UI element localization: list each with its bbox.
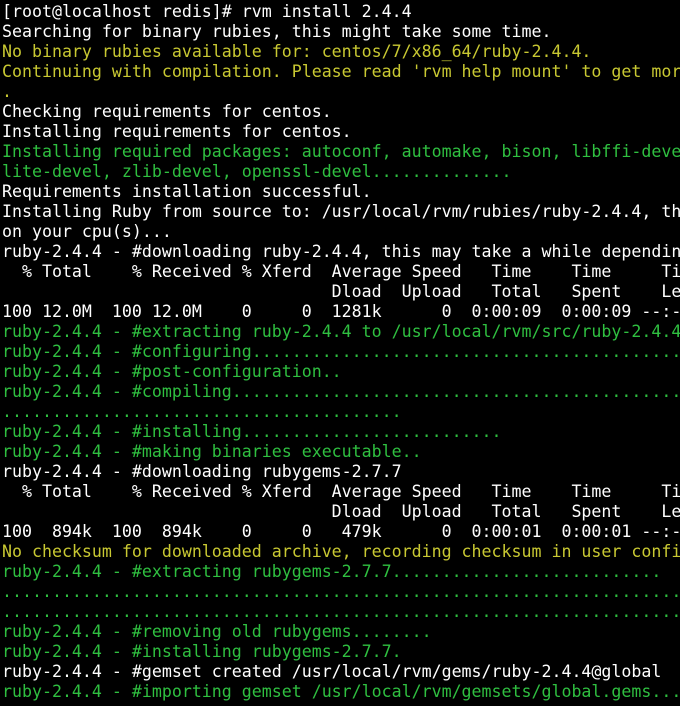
terminal-line: Dload Upload Total Spent Le: [2, 502, 680, 521]
terminal-window[interactable]: [root@localhost redis]# rvm install 2.4.…: [0, 0, 680, 706]
terminal-line: ruby-2.4.4 - #configuring...............…: [2, 342, 680, 361]
terminal-line: ruby-2.4.4 - #removing old rubygems.....…: [2, 622, 432, 641]
terminal-line: No checksum for downloaded archive, reco…: [2, 542, 680, 561]
terminal-line: .: [2, 82, 12, 101]
terminal-line: on your cpu(s)...: [2, 222, 172, 241]
terminal-line: % Total % Received % Xferd Average Speed…: [2, 482, 680, 501]
terminal-line: ruby-2.4.4 - #making binaries executable…: [2, 442, 422, 461]
terminal-line: lite-devel, zlib-devel, openssl-devel...…: [2, 162, 512, 181]
terminal-line: ruby-2.4.4 - #downloading ruby-2.4.4, th…: [2, 242, 680, 261]
terminal-line-current: ruby-2.4.4 - #importing gemset /usr/loca…: [2, 682, 680, 702]
terminal-line: Installing required packages: autoconf, …: [2, 142, 680, 161]
terminal-line: Searching for binary rubies, this might …: [2, 22, 552, 41]
terminal-line: No binary rubies available for: centos/7…: [2, 42, 592, 61]
terminal-line: ruby-2.4.4 - #installing rubygems-2.7.7.: [2, 642, 402, 661]
terminal-line: ........................................…: [2, 582, 680, 601]
terminal-line-text: ruby-2.4.4 - #importing gemset /usr/loca…: [2, 682, 680, 701]
terminal-line: ruby-2.4.4 - #compiling.................…: [2, 382, 680, 401]
terminal-line: 100 894k 100 894k 0 0 479k 0 0:00:01 0:0…: [2, 522, 680, 541]
terminal-line: Installing Ruby from source to: /usr/loc…: [2, 202, 680, 221]
terminal-line: ruby-2.4.4 - #extracting rubygems-2.7.7.…: [2, 562, 662, 581]
terminal-line: ........................................…: [2, 602, 680, 621]
terminal-line: Dload Upload Total Spent Le: [2, 282, 680, 301]
terminal-line: Requirements installation successful.: [2, 182, 372, 201]
terminal-line: ruby-2.4.4 - #downloading rubygems-2.7.7: [2, 462, 402, 481]
terminal-line: ........................................: [2, 402, 402, 421]
terminal-line: ruby-2.4.4 - #installing................…: [2, 422, 502, 441]
terminal-line: ruby-2.4.4 - #gemset created /usr/local/…: [2, 662, 662, 681]
terminal-line: ruby-2.4.4 - #post-configuration..: [2, 362, 342, 381]
terminal-line: % Total % Received % Xferd Average Speed…: [2, 262, 680, 281]
terminal-line: Checking requirements for centos.: [2, 102, 332, 121]
terminal-line: [root@localhost redis]# rvm install 2.4.…: [2, 2, 412, 21]
terminal-line: Continuing with compilation. Please read…: [2, 62, 680, 81]
terminal-line: Installing requirements for centos.: [2, 122, 352, 141]
terminal-line: ruby-2.4.4 - #extracting ruby-2.4.4 to /…: [2, 322, 680, 341]
terminal-line: 100 12.0M 100 12.0M 0 0 1281k 0 0:00:09 …: [2, 302, 680, 321]
